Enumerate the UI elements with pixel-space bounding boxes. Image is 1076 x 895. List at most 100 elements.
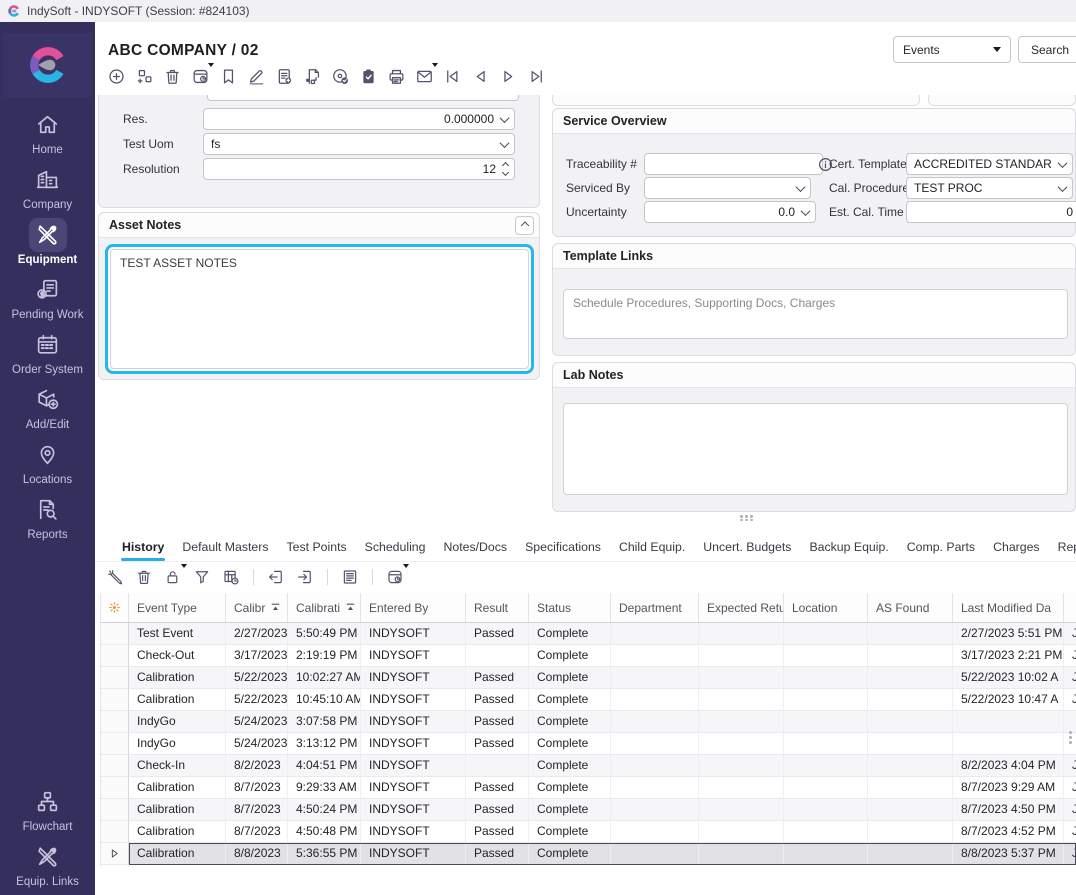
test-uom-dropdown[interactable]: fs [203, 133, 515, 155]
resolution-spinner[interactable]: 12 [203, 158, 515, 180]
lock-button[interactable] [163, 567, 183, 587]
info-icon[interactable] [817, 156, 834, 173]
tasks-button[interactable] [358, 66, 378, 86]
tab-history[interactable]: History [113, 532, 173, 561]
tab-child-equip[interactable]: Child Equip. [610, 532, 694, 561]
sidebar-item-add-edit[interactable]: Add/Edit [0, 379, 95, 434]
spinner-up-down-icon[interactable] [496, 159, 514, 179]
column-header-last-modified-da[interactable]: Last Modified Da [953, 593, 1064, 622]
table-cell: Passed [466, 733, 529, 755]
tab-test-points[interactable]: Test Points [277, 532, 355, 561]
details-button[interactable] [340, 567, 360, 587]
table-row[interactable]: Calibration8/8/20235:36:55 PMINDYSOFTPas… [101, 843, 1076, 865]
column-header-department[interactable]: Department [611, 593, 699, 622]
tab-specifications[interactable]: Specifications [516, 532, 610, 561]
template-links-textarea[interactable]: Schedule Procedures, Supporting Docs, Ch… [563, 289, 1068, 339]
column-header-status[interactable]: Status [529, 593, 611, 622]
chevron-down-icon[interactable] [1052, 178, 1072, 198]
chevron-down-icon[interactable] [1052, 154, 1072, 174]
equip-links-icon [29, 840, 67, 874]
column-header-calibr[interactable]: Calibr [226, 593, 288, 622]
sidebar-item-company[interactable]: Company [0, 159, 95, 214]
sidebar-item-reports[interactable]: Reports [0, 489, 95, 544]
cert-template-dropdown[interactable]: ACCREDITED STANDARD [906, 153, 1073, 175]
add-document-button[interactable] [274, 66, 294, 86]
lab-notes-textarea[interactable] [563, 403, 1068, 495]
tab-uncert-budgets[interactable]: Uncert. Budgets [694, 532, 800, 561]
search-button[interactable]: Search [1018, 36, 1076, 63]
grid-settings-button[interactable] [221, 567, 241, 587]
table-row[interactable]: Test Event2/27/20235:50:49 PMINDYSOFTPas… [101, 623, 1076, 645]
sidebar-item-home[interactable]: Home [0, 104, 95, 159]
check-out-button[interactable] [266, 567, 286, 587]
asset-notes-textarea[interactable]: TEST ASSET NOTES [110, 249, 529, 369]
chevron-down-icon[interactable] [494, 109, 514, 129]
nav-first-button[interactable] [442, 66, 462, 86]
est-cal-time-input[interactable] [906, 201, 1076, 223]
tab-charges[interactable]: Charges [984, 532, 1048, 561]
vertical-splitter-handle[interactable] [1069, 731, 1072, 746]
bookmark-button[interactable] [218, 66, 238, 86]
chevron-down-icon[interactable] [795, 202, 815, 222]
column-header-result[interactable]: Result [466, 593, 529, 622]
column-header-calibrati[interactable]: Calibrati [288, 593, 361, 622]
import-document-button[interactable] [302, 66, 322, 86]
uncertainty-dropdown[interactable]: 0.0 [644, 201, 816, 223]
add-related-button[interactable] [134, 66, 154, 86]
delete-button[interactable] [162, 66, 182, 86]
nav-last-button[interactable] [526, 66, 546, 86]
collapse-chevron-button[interactable] [515, 216, 534, 235]
chevron-down-icon[interactable] [494, 134, 514, 154]
tab-default-masters[interactable]: Default Masters [173, 532, 277, 561]
column-header-as-found[interactable]: AS Found [868, 593, 953, 622]
table-row[interactable]: Calibration5/22/202310:45:10 AMINDYSOFTP… [101, 689, 1076, 711]
table-row[interactable]: Check-Out3/17/20232:19:19 PMINDYSOFTComp… [101, 645, 1076, 667]
tab-repair-parts[interactable]: Repair Parts [1049, 532, 1076, 561]
web-sync-button[interactable] [330, 66, 350, 86]
sidebar-item-order-system[interactable]: Order System [0, 324, 95, 379]
sidebar-item-flowchart[interactable]: Flowchart [0, 781, 95, 836]
sidebar-item-equipment[interactable]: Equipment [0, 214, 95, 269]
column-header-expected-retur[interactable]: Expected Retur [699, 593, 784, 622]
column-header-extra[interactable] [1064, 593, 1076, 622]
print-button[interactable] [386, 66, 406, 86]
sidebar-item-locations[interactable]: Locations [0, 434, 95, 489]
test-uom-label: Test Uom [123, 137, 174, 151]
sidebar-item-equip-links[interactable]: Equip. Links [0, 836, 95, 891]
table-row[interactable]: IndyGo5/24/20233:13:12 PMINDYSOFTPassedC… [101, 733, 1076, 755]
tab-backup-equip[interactable]: Backup Equip. [800, 532, 897, 561]
nav-next-button[interactable] [498, 66, 518, 86]
traceability-input[interactable] [644, 153, 823, 175]
table-row[interactable]: IndyGo5/24/20233:07:58 PMINDYSOFTPassedC… [101, 711, 1076, 733]
table-row[interactable]: Calibration8/7/20239:29:33 AMINDYSOFTPas… [101, 777, 1076, 799]
events-dropdown[interactable]: Events [893, 36, 1011, 63]
res-dropdown[interactable]: 0.000000 [203, 108, 515, 130]
filter-button[interactable] [192, 567, 212, 587]
cal-procedure-dropdown[interactable]: TEST PROC [906, 177, 1073, 199]
add-button[interactable] [106, 66, 126, 86]
delete-button[interactable] [134, 567, 154, 587]
column-header-event-type[interactable]: Event Type [129, 593, 226, 622]
column-header-entered-by[interactable]: Entered By [361, 593, 466, 622]
chevron-down-icon[interactable] [790, 178, 810, 198]
table-row[interactable]: Calibration8/7/20234:50:24 PMINDYSOFTPas… [101, 799, 1076, 821]
event-calendar-button[interactable] [385, 567, 405, 587]
magic-wand-button[interactable] [105, 567, 125, 587]
tab-scheduling[interactable]: Scheduling [356, 532, 435, 561]
serviced-by-dropdown[interactable] [644, 177, 811, 199]
email-button[interactable] [414, 66, 434, 86]
sidebar-item-pending-work[interactable]: Pending Work [0, 269, 95, 324]
horizontal-splitter-handle[interactable] [740, 515, 754, 521]
check-in-button[interactable] [295, 567, 315, 587]
event-calendar-button[interactable] [190, 66, 210, 86]
clipped-input-above[interactable] [207, 95, 519, 101]
tab-notes-docs[interactable]: Notes/Docs [435, 532, 517, 561]
edit-button[interactable] [246, 66, 266, 86]
table-row[interactable]: Calibration8/7/20234:50:48 PMINDYSOFTPas… [101, 821, 1076, 843]
add-edit-icon [29, 383, 67, 417]
nav-prev-button[interactable] [470, 66, 490, 86]
table-row[interactable]: Check-In8/2/20234:04:51 PMINDYSOFTComple… [101, 755, 1076, 777]
table-row[interactable]: Calibration5/22/202310:02:27 AMINDYSOFTP… [101, 667, 1076, 689]
column-header-location[interactable]: Location [784, 593, 868, 622]
tab-comp-parts[interactable]: Comp. Parts [898, 532, 984, 561]
